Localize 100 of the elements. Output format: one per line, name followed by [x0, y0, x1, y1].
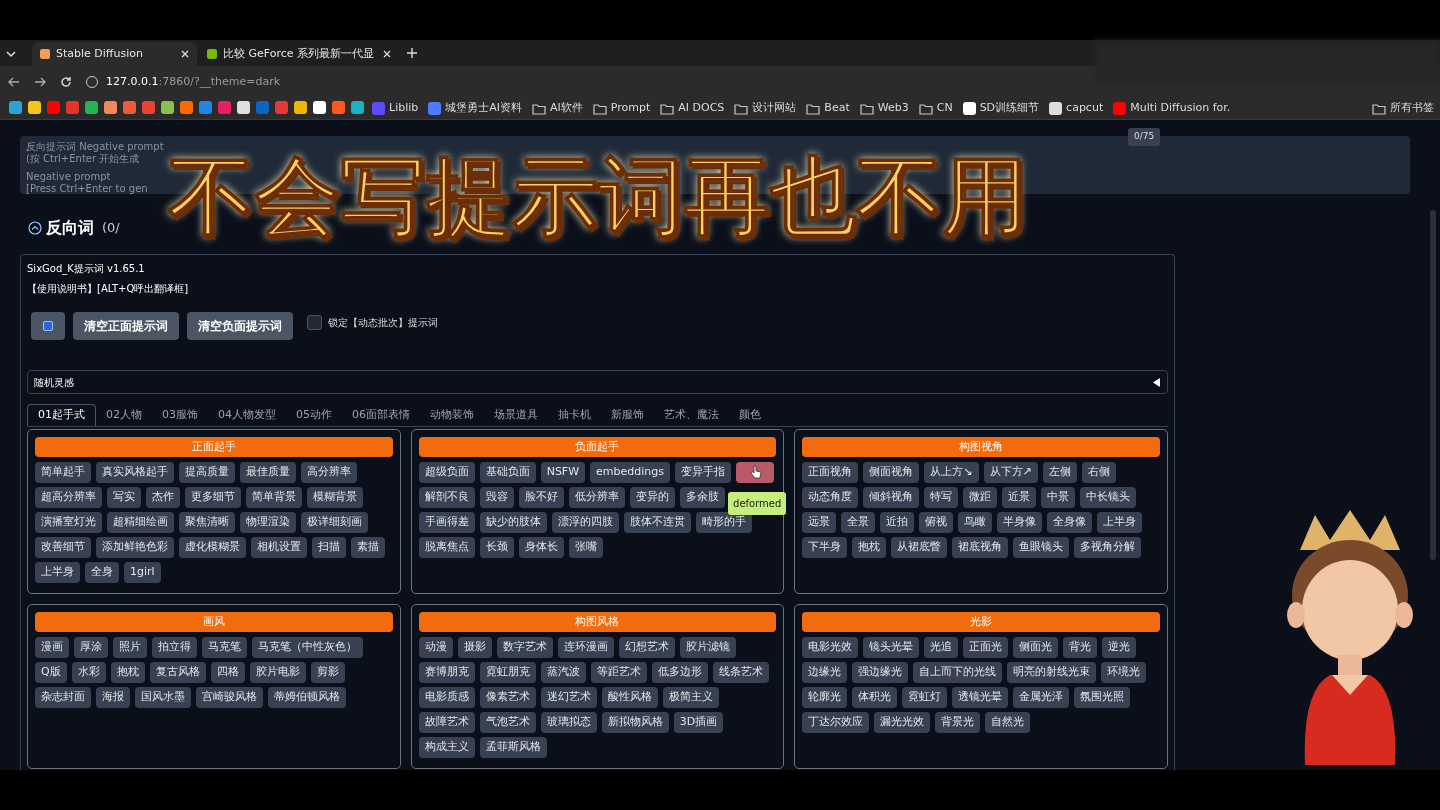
bookmark-link[interactable]: AI DOCS — [655, 100, 730, 117]
tag-chip[interactable]: 更多细节 — [185, 487, 241, 508]
tag-chip[interactable]: 素描 — [351, 537, 385, 558]
tag-chip[interactable]: 孟菲斯风格 — [479, 737, 547, 758]
tag-chip[interactable]: 多视角分解 — [1074, 537, 1142, 558]
tag-chip[interactable]: 电影质感 — [418, 687, 475, 708]
tag-chip[interactable]: 厚涂 — [74, 637, 108, 658]
category-tab[interactable]: 颜色 — [729, 404, 771, 426]
clear-negative-button[interactable]: 清空负面提示词 — [187, 312, 293, 340]
tag-chip[interactable]: 像素艺术 — [479, 687, 536, 708]
tag-chip[interactable]: 马克笔 — [202, 637, 247, 658]
tag-chip[interactable]: 杰作 — [146, 487, 180, 508]
bookmark-link[interactable]: 城堡勇士AI资料 — [423, 100, 528, 117]
tag-chip[interactable]: 明亮的射线光束 — [1007, 662, 1097, 683]
tag-chip[interactable]: 超高分辨率 — [35, 487, 102, 508]
new-tab-icon[interactable] — [407, 48, 417, 58]
tag-chip[interactable]: Q版 — [35, 662, 67, 683]
tag-chip[interactable]: 胶片电影 — [249, 662, 306, 683]
tag-chip[interactable]: 霓虹灯 — [902, 687, 948, 708]
tag-chip[interactable]: 最佳质量 — [240, 462, 296, 483]
category-tab[interactable]: 03服饰 — [152, 404, 208, 426]
tag-chip[interactable]: 聚焦清晰 — [179, 512, 235, 533]
tag-chip[interactable]: 右侧 — [1081, 462, 1116, 483]
tag-chip[interactable]: 镜头光晕 — [863, 637, 920, 658]
tag-chip[interactable]: 长颈 — [479, 537, 514, 558]
tag-chip[interactable]: 环境光 — [1101, 662, 1147, 683]
tag-chip[interactable]: 新拟物风格 — [601, 712, 669, 733]
tag-chip[interactable]: 改善细节 — [35, 537, 91, 558]
tag-chip[interactable]: 幻想艺术 — [618, 637, 675, 658]
back-icon[interactable] — [8, 77, 20, 87]
tag-chip[interactable]: 从下方↗ — [983, 462, 1038, 483]
tag-chip[interactable]: 变异的 — [629, 487, 675, 508]
forward-icon[interactable] — [34, 77, 46, 87]
tag-chip[interactable]: 逆光 — [1102, 637, 1137, 658]
tag-chip[interactable]: 边缘光 — [802, 662, 848, 683]
tag-chip[interactable]: 低分辨率 — [568, 487, 625, 508]
tag-chip[interactable]: 多余肢 — [679, 487, 725, 508]
tag-chip[interactable]: 1girl — [124, 562, 161, 583]
category-tab[interactable]: 动物装饰 — [420, 404, 484, 426]
tag-chip[interactable]: 水彩 — [71, 662, 106, 683]
tag-chip[interactable]: 模糊背景 — [307, 487, 363, 508]
tag-chip[interactable]: 虚化模糊景 — [179, 537, 246, 558]
tag-chip[interactable]: 缺少的肢体 — [479, 512, 547, 533]
tag-chip[interactable]: 国风水墨 — [135, 687, 191, 708]
tag-chip[interactable]: 超级负面 — [418, 462, 475, 483]
tag-chip[interactable]: 复古风格 — [149, 662, 206, 683]
tag-chip[interactable]: 拍立得 — [152, 637, 197, 658]
category-tab[interactable]: 场景道具 — [484, 404, 548, 426]
tag-chip[interactable]: 扫描 — [312, 537, 346, 558]
tag-chip[interactable]: 基础负面 — [479, 462, 536, 483]
tag-chip[interactable]: 脸不好 — [518, 487, 564, 508]
tag-chip[interactable]: 简单起手 — [35, 462, 91, 483]
lock-checkbox[interactable] — [307, 314, 322, 330]
tag-chip[interactable]: 鸟瞰 — [958, 512, 993, 533]
tag-chip[interactable]: 全景 — [841, 512, 876, 533]
bookmark-link[interactable]: 设计网站 — [729, 100, 802, 117]
tag-chip[interactable]: 鱼眼镜头 — [1013, 537, 1070, 558]
refresh-button[interactable] — [31, 312, 65, 340]
category-tab[interactable]: 新服饰 — [601, 404, 654, 426]
bookmark-link[interactable]: Multi Diffusion for. — [1108, 100, 1236, 117]
bookmark-link[interactable]: CN — [913, 100, 958, 117]
bookmark-link[interactable]: Liblib — [367, 100, 424, 117]
address-bar[interactable]: 127.0.0.1:7860/?__theme=dark — [86, 73, 281, 91]
tag-chip[interactable]: 丁达尔效应 — [802, 712, 870, 733]
tag-chip[interactable]: 演播室灯光 — [35, 512, 102, 533]
tag-chip[interactable]: 海报 — [96, 687, 130, 708]
tag-chip[interactable]: 相机设置 — [251, 537, 307, 558]
category-tab[interactable]: 抽卡机 — [548, 404, 601, 426]
tag-chip[interactable]: 极简主义 — [662, 687, 719, 708]
tag-chip[interactable]: 3D插画 — [673, 712, 724, 733]
bookmark-link[interactable]: capcut — [1044, 100, 1109, 117]
tag-chip[interactable]: 轮廓光 — [802, 687, 848, 708]
tag-chip[interactable]: 畸形的手 — [695, 512, 752, 533]
category-tab[interactable]: 04人物发型 — [208, 404, 286, 426]
tag-chip[interactable]: 强边缘光 — [852, 662, 909, 683]
tag-chip[interactable]: 剪影 — [310, 662, 345, 683]
tag-chip[interactable]: 下半身 — [802, 537, 848, 558]
manual-link[interactable]: 【使用说明书】[ALT+Q呼出翻译框] — [27, 281, 189, 296]
tag-chip[interactable]: 正面光 — [963, 637, 1009, 658]
random-inspiration-bar[interactable]: 随机灵感 — [27, 370, 1168, 394]
tag-chip[interactable]: 近拍 — [880, 512, 915, 533]
tag-chip[interactable]: 蒸汽波 — [540, 662, 586, 683]
tag-chip[interactable]: 四格 — [210, 662, 245, 683]
close-icon[interactable] — [383, 50, 391, 58]
tag-chip[interactable]: 气泡艺术 — [479, 712, 536, 733]
browser-tab[interactable]: 比较 GeForce 系列最新一代显 — [199, 42, 399, 66]
close-icon[interactable] — [181, 50, 189, 58]
tag-chip[interactable]: embeddings — [590, 462, 671, 483]
tag-chip[interactable]: 添加鲜艳色彩 — [96, 537, 174, 558]
bookmark-link[interactable]: Web3 — [854, 100, 914, 117]
category-tab[interactable]: 06面部表情 — [342, 404, 420, 426]
tag-chip[interactable]: 构成主义 — [418, 737, 475, 758]
tag-chip[interactable]: 光追 — [924, 637, 959, 658]
tag-chip[interactable]: 全身像 — [1047, 512, 1093, 533]
tag-chip[interactable]: 倾斜视角 — [863, 487, 920, 508]
tag-chip[interactable]: 动态角度 — [802, 487, 859, 508]
tag-chip[interactable]: 中长镜头 — [1080, 487, 1137, 508]
tag-chip[interactable]: 连环漫画 — [557, 637, 614, 658]
tag-chip[interactable]: 毁容 — [479, 487, 514, 508]
tag-chip[interactable]: 手画得差 — [418, 512, 475, 533]
